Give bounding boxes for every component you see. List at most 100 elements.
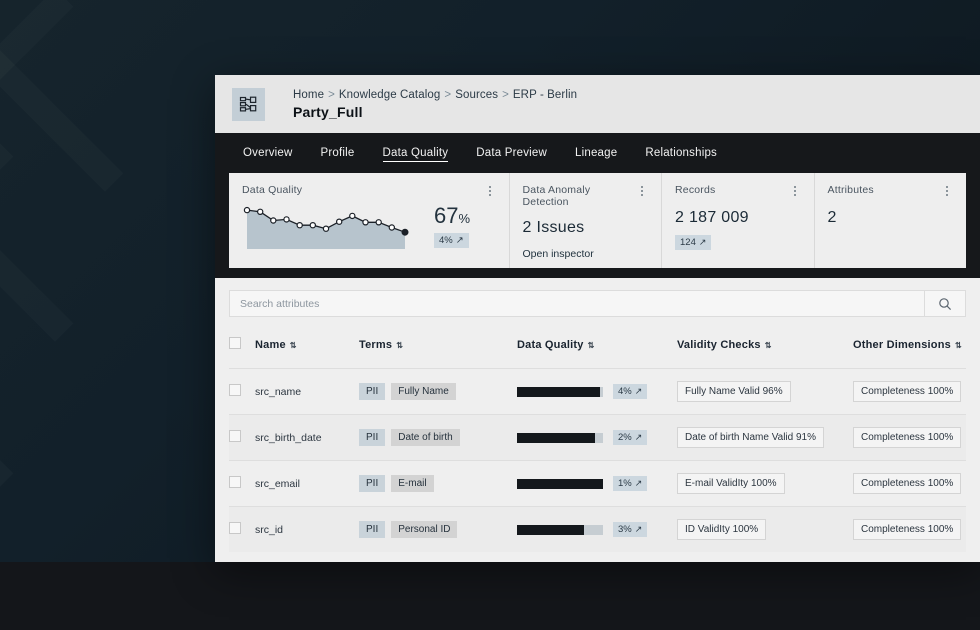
trend-up-icon: ↗ xyxy=(634,478,643,488)
delta-value: 3% xyxy=(618,524,632,535)
table-row[interactable]: src_birth_date PII Date of birth 2% ↗ Date of… xyxy=(229,414,966,461)
row-quality-cell: 2% ↗ xyxy=(517,414,677,461)
sparkline-end-point xyxy=(401,228,409,236)
pii-tag[interactable]: PII xyxy=(359,475,386,492)
column-label: Other Dimensions xyxy=(853,338,951,351)
sort-arrow-icon: ⇅ xyxy=(587,340,595,350)
kebab-menu-icon[interactable] xyxy=(941,184,953,198)
row-select-cell xyxy=(229,506,255,552)
tab-overview[interactable]: Overview xyxy=(229,133,307,173)
column-label: Terms xyxy=(359,338,393,351)
page-title: Party_Full xyxy=(293,103,363,120)
select-all-checkbox[interactable] xyxy=(229,337,241,349)
records-count: 2 187 009 xyxy=(675,209,749,226)
quality-progress-bar xyxy=(517,432,603,443)
table-row[interactable]: src_id PII Personal ID 3% ↗ ID ValidIty 100% C… xyxy=(229,506,966,552)
sparkline-point xyxy=(283,216,290,223)
validity-check-pill[interactable]: ID ValidIty 100% xyxy=(677,519,767,540)
delta-value: 2% xyxy=(618,432,632,443)
row-other-cell: Completeness 100% xyxy=(853,368,966,415)
column-header-name[interactable]: Name ⇅ xyxy=(255,337,359,369)
breadcrumb-separator: > xyxy=(328,88,335,101)
validity-check-pill[interactable]: Date of birth Name Valid 91% xyxy=(677,427,824,448)
delta-value: 1% xyxy=(618,478,632,489)
breadcrumb: Home > Knowledge Catalog > Sources > ERP - Ber… xyxy=(293,89,577,101)
row-checkbox[interactable] xyxy=(229,384,241,396)
pii-tag[interactable]: PII xyxy=(359,429,386,446)
data-quality-value: 67% xyxy=(434,205,470,227)
term-tag[interactable]: E-mail xyxy=(391,475,434,492)
row-checkbox[interactable] xyxy=(229,430,241,442)
kebab-menu-icon[interactable] xyxy=(789,184,801,198)
column-header-terms[interactable]: Terms ⇅ xyxy=(359,337,517,369)
sparkline-point xyxy=(296,222,303,229)
attributes-count: 2 xyxy=(827,209,837,226)
column-header-data-quality[interactable]: Data Quality ⇅ xyxy=(517,337,677,369)
column-header-other-dimensions[interactable]: Other Dimensions ⇅ xyxy=(853,337,966,369)
app-window: Home > Knowledge Catalog > Sources > ERP - Ber… xyxy=(215,75,980,562)
other-dimension-pill[interactable]: Completeness 100% xyxy=(853,381,962,402)
pii-tag[interactable]: PII xyxy=(359,383,386,400)
attribute-name: src_id xyxy=(255,523,284,536)
sparkline-point xyxy=(362,219,369,226)
row-other-cell: Completeness 100% xyxy=(853,460,966,507)
sort-arrow-icon: ⇅ xyxy=(954,340,962,350)
stat-card-title: Data Quality xyxy=(242,184,303,196)
tab-profile[interactable]: Profile xyxy=(307,133,369,173)
trend-up-icon: ↗ xyxy=(634,386,643,396)
row-name-cell: src_birth_date xyxy=(255,414,359,461)
stat-card-title: Data Anomaly Detection xyxy=(522,184,591,208)
sparkline-point xyxy=(270,217,277,224)
row-validity-cell: ID ValidIty 100% xyxy=(677,506,853,552)
other-dimension-pill[interactable]: Completeness 100% xyxy=(853,427,962,448)
row-validity-cell: Date of birth Name Valid 91% xyxy=(677,414,853,461)
column-label: Name xyxy=(255,338,286,351)
tab-bar: Overview Profile Data Quality Data Previ… xyxy=(215,133,980,173)
stats-section: Data Quality 67% 4% ↗ Data Anomaly Detec… xyxy=(215,173,980,278)
sparkline-point xyxy=(257,208,264,216)
table-row[interactable]: src_name PII Fully Name 4% ↗ Fully Name Valid… xyxy=(229,368,966,415)
breadcrumb-item-home[interactable]: Home xyxy=(293,89,324,101)
search-input[interactable] xyxy=(229,290,924,317)
row-checkbox[interactable] xyxy=(229,476,241,488)
open-inspector-link[interactable]: Open inspector xyxy=(523,248,649,260)
table-header-row: Name ⇅ Terms ⇅ Data Quality ⇅ Validity Chec… xyxy=(229,337,966,369)
row-other-cell: Completeness 100% xyxy=(853,506,966,552)
validity-check-pill[interactable]: Fully Name Valid 96% xyxy=(677,381,791,402)
other-dimension-pill[interactable]: Completeness 100% xyxy=(853,519,962,540)
pii-tag[interactable]: PII xyxy=(359,521,386,538)
kebab-menu-icon[interactable] xyxy=(636,184,648,198)
tab-data-quality[interactable]: Data Quality xyxy=(369,133,463,173)
kebab-menu-icon[interactable] xyxy=(484,184,496,198)
term-tag[interactable]: Fully Name xyxy=(391,383,456,400)
trend-up-icon: ↗ xyxy=(634,432,643,442)
breadcrumb-item-erp-berlin[interactable]: ERP - Berlin xyxy=(513,89,577,101)
delta-value: 4% xyxy=(618,386,632,397)
delta-value: 4% xyxy=(439,235,453,246)
schema-relations-icon xyxy=(232,87,265,121)
tab-lineage[interactable]: Lineage xyxy=(561,133,631,173)
term-tag[interactable]: Date of birth xyxy=(391,429,460,446)
row-terms-cell: PII Personal ID xyxy=(359,506,517,552)
breadcrumb-item-sources[interactable]: Sources xyxy=(455,89,498,101)
tab-relationships[interactable]: Relationships xyxy=(631,133,731,173)
stat-card-records: Records 2 187 009 124 ↗ xyxy=(662,173,815,268)
table-row[interactable]: src_email PII E-mail 1% ↗ E-mail ValidIty 100… xyxy=(229,460,966,507)
tab-data-preview[interactable]: Data Preview xyxy=(462,133,561,173)
sparkline-point xyxy=(243,206,251,214)
column-header-validity-checks[interactable]: Validity Checks ⇅ xyxy=(677,337,853,369)
delta-value: 124 xyxy=(680,237,696,248)
breadcrumb-separator: > xyxy=(444,88,452,101)
backdrop-lower-band xyxy=(0,562,980,630)
term-tag[interactable]: Personal ID xyxy=(391,521,458,538)
row-checkbox[interactable] xyxy=(229,522,241,534)
data-quality-delta-badge: 4% ↗ xyxy=(434,233,469,248)
other-dimension-pill[interactable]: Completeness 100% xyxy=(853,473,962,494)
validity-check-pill[interactable]: E-mail ValidIty 100% xyxy=(677,473,785,494)
search-button[interactable] xyxy=(924,290,966,317)
row-terms-cell: PII E-mail xyxy=(359,460,517,507)
breadcrumb-item-knowledge-catalog[interactable]: Knowledge Catalog xyxy=(339,89,440,101)
data-quality-percent-sign: % xyxy=(458,211,471,226)
row-quality-cell: 4% ↗ xyxy=(517,368,677,415)
quality-delta-badge: 1% ↗ xyxy=(613,476,648,491)
